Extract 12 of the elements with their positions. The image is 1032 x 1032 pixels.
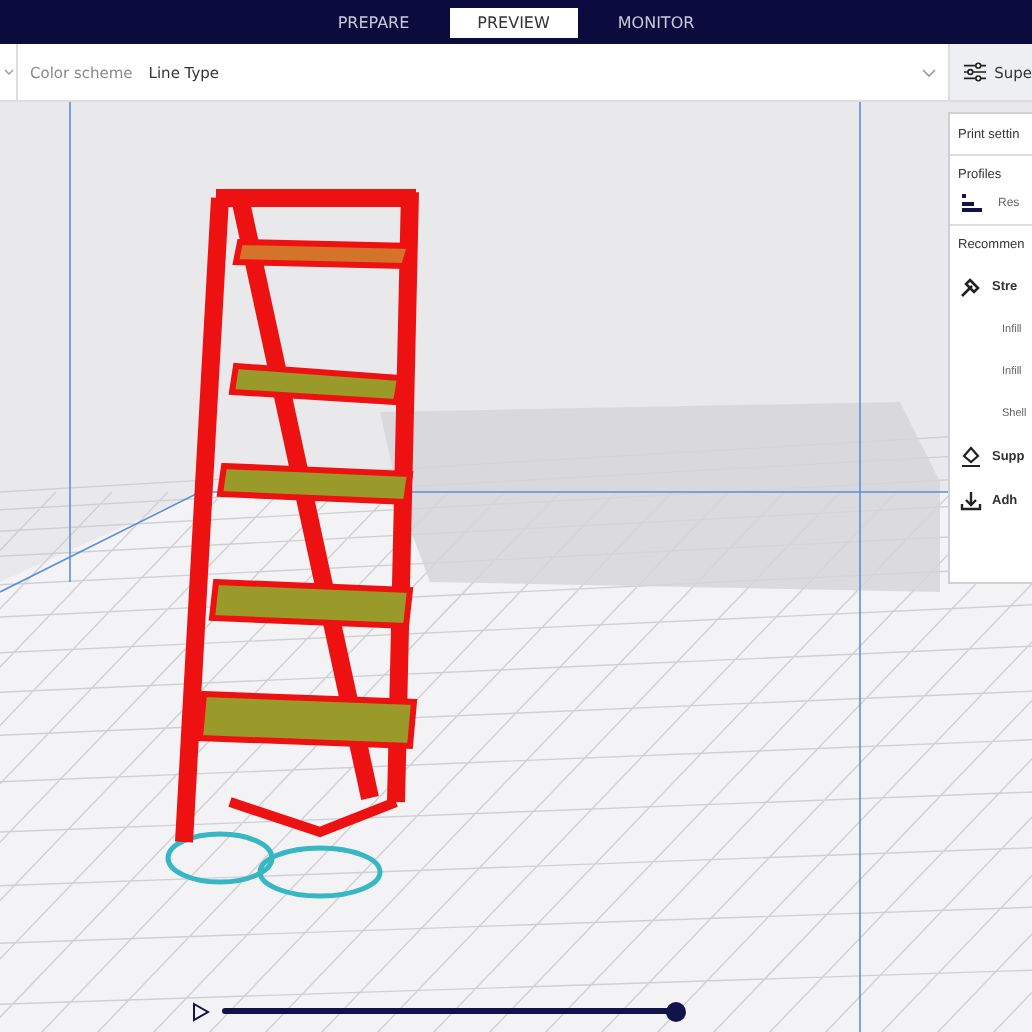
layer-slider[interactable] — [222, 1002, 686, 1022]
chevron-icon[interactable] — [3, 68, 13, 76]
play-button[interactable] — [192, 1002, 210, 1022]
stage-tab[interactable]: MONITOR — [589, 7, 723, 37]
sliders-icon — [964, 60, 987, 84]
stage-tab[interactable]: PREVIEW — [449, 7, 578, 37]
support-icon — [960, 445, 982, 467]
download-icon — [960, 489, 982, 511]
wrench-icon — [960, 275, 982, 297]
chevron-icon — [922, 67, 936, 77]
stage-tab[interactable]: PREPARE — [309, 7, 438, 37]
profile-icon — [962, 194, 982, 212]
